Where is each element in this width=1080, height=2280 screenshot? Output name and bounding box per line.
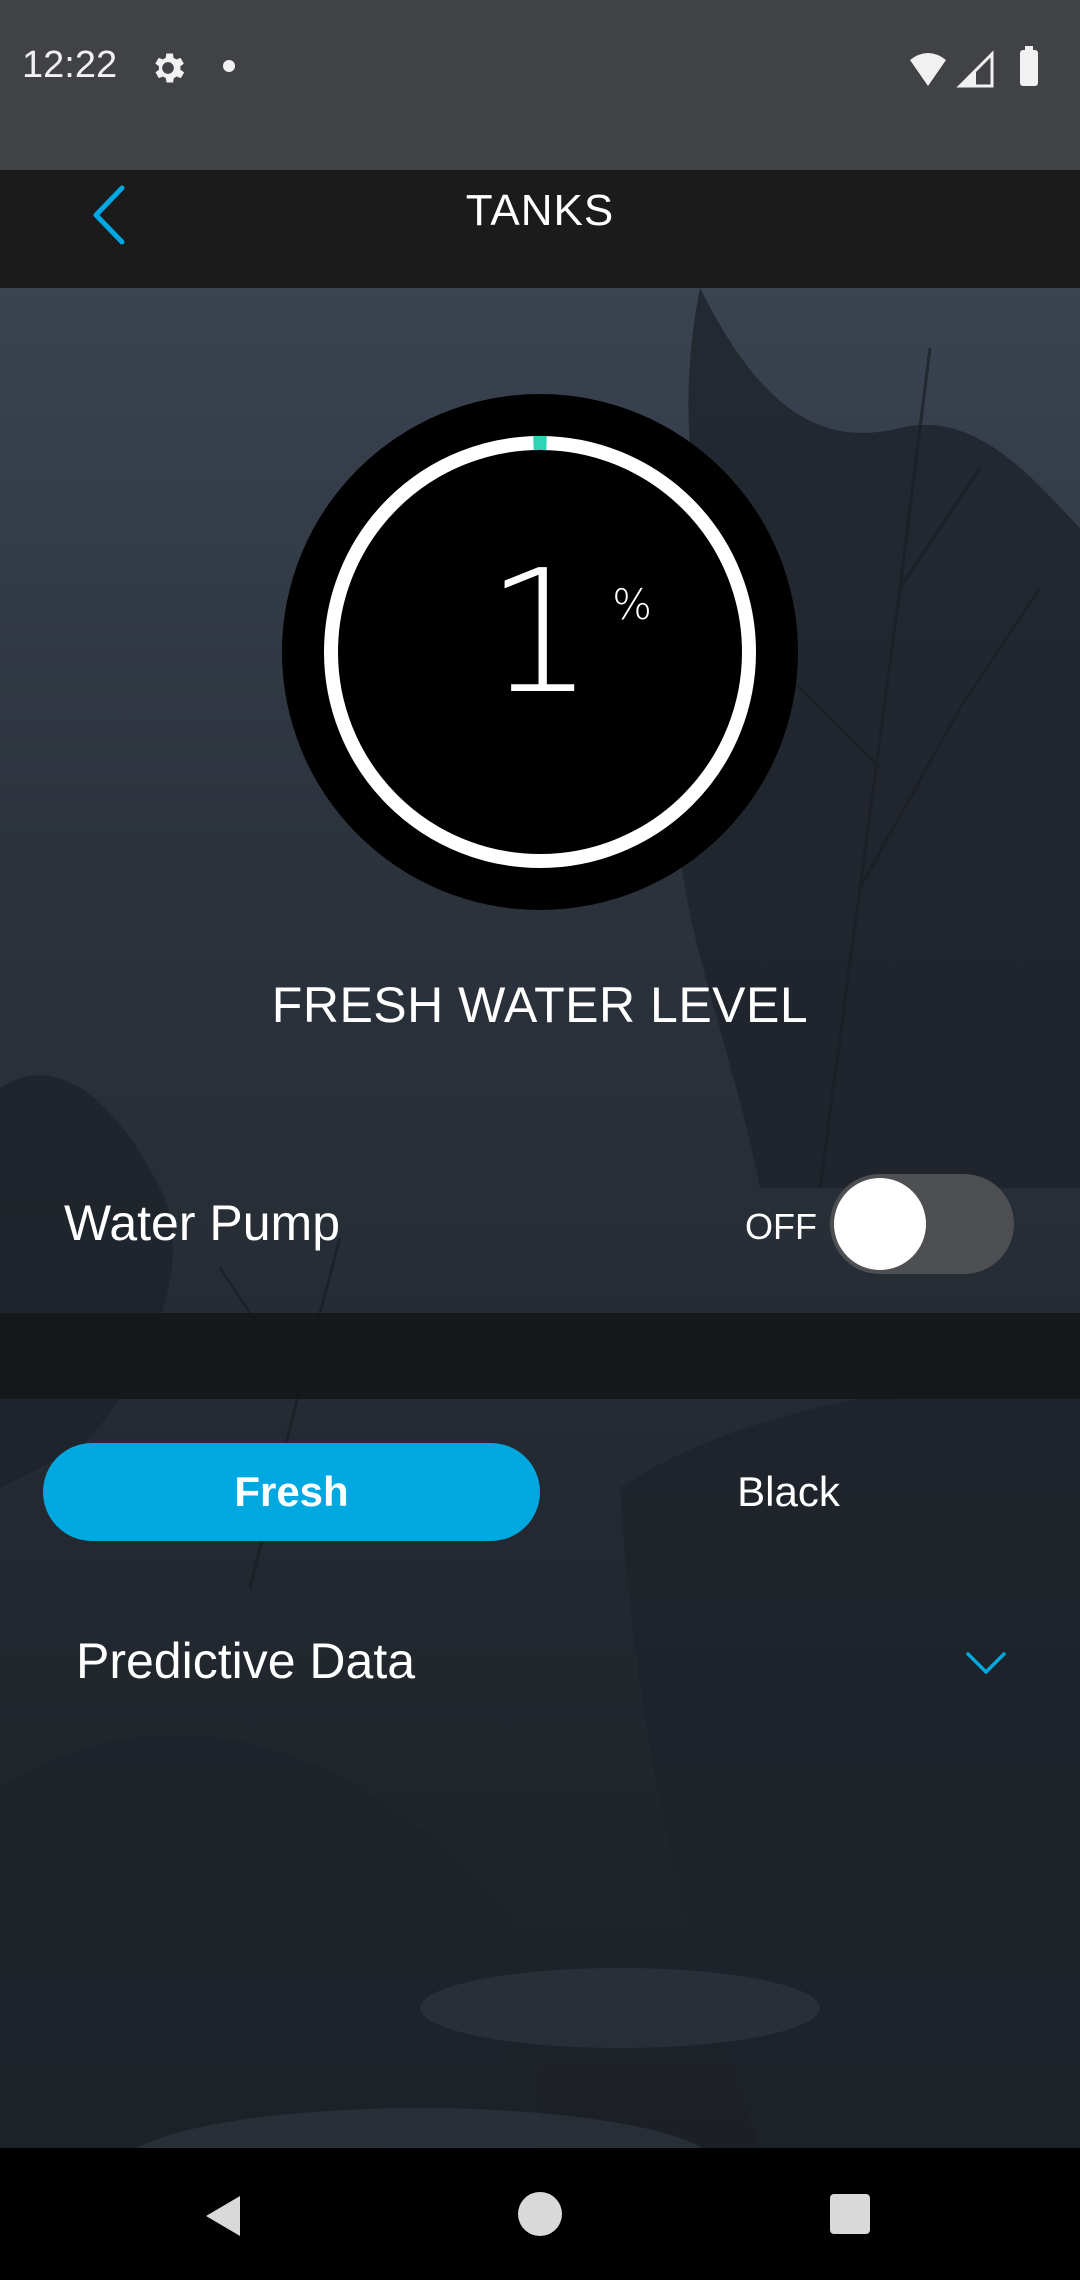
chevron-down-icon bbox=[966, 1652, 1006, 1674]
water-pump-state: OFF bbox=[745, 1206, 817, 1247]
wifi-icon bbox=[910, 53, 946, 86]
predictive-data-expander[interactable]: Predictive Data bbox=[0, 1620, 1080, 1710]
status-icons bbox=[910, 46, 1038, 88]
water-pump-toggle[interactable] bbox=[830, 1174, 1014, 1274]
settings-gear-icon bbox=[155, 53, 185, 83]
nav-home-icon[interactable] bbox=[518, 2192, 562, 2236]
gauge-unit: % bbox=[612, 580, 653, 629]
battery-icon bbox=[1020, 46, 1038, 86]
tab-black[interactable]: Black bbox=[540, 1443, 1037, 1541]
tab-fresh[interactable]: Fresh bbox=[43, 1443, 540, 1541]
gauge-label: FRESH WATER LEVEL bbox=[271, 977, 809, 1033]
section-divider bbox=[0, 1313, 1080, 1399]
status-time: 12:22 bbox=[22, 44, 118, 86]
nav-back-icon[interactable] bbox=[200, 2192, 248, 2240]
predictive-data-label: Predictive Data bbox=[76, 1633, 416, 1689]
gauge-value: 1 bbox=[485, 534, 595, 732]
gauge-value-text: 1 % bbox=[0, 548, 1080, 718]
nav-recents-icon[interactable] bbox=[830, 2194, 870, 2234]
signal-icon bbox=[956, 50, 994, 88]
status-bar: 12:22 bbox=[0, 0, 1080, 170]
page-title: TANKS bbox=[465, 186, 615, 235]
notification-dot-icon bbox=[223, 60, 235, 72]
toggle-knob bbox=[834, 1178, 926, 1270]
water-pump-label: Water Pump bbox=[64, 1195, 341, 1251]
